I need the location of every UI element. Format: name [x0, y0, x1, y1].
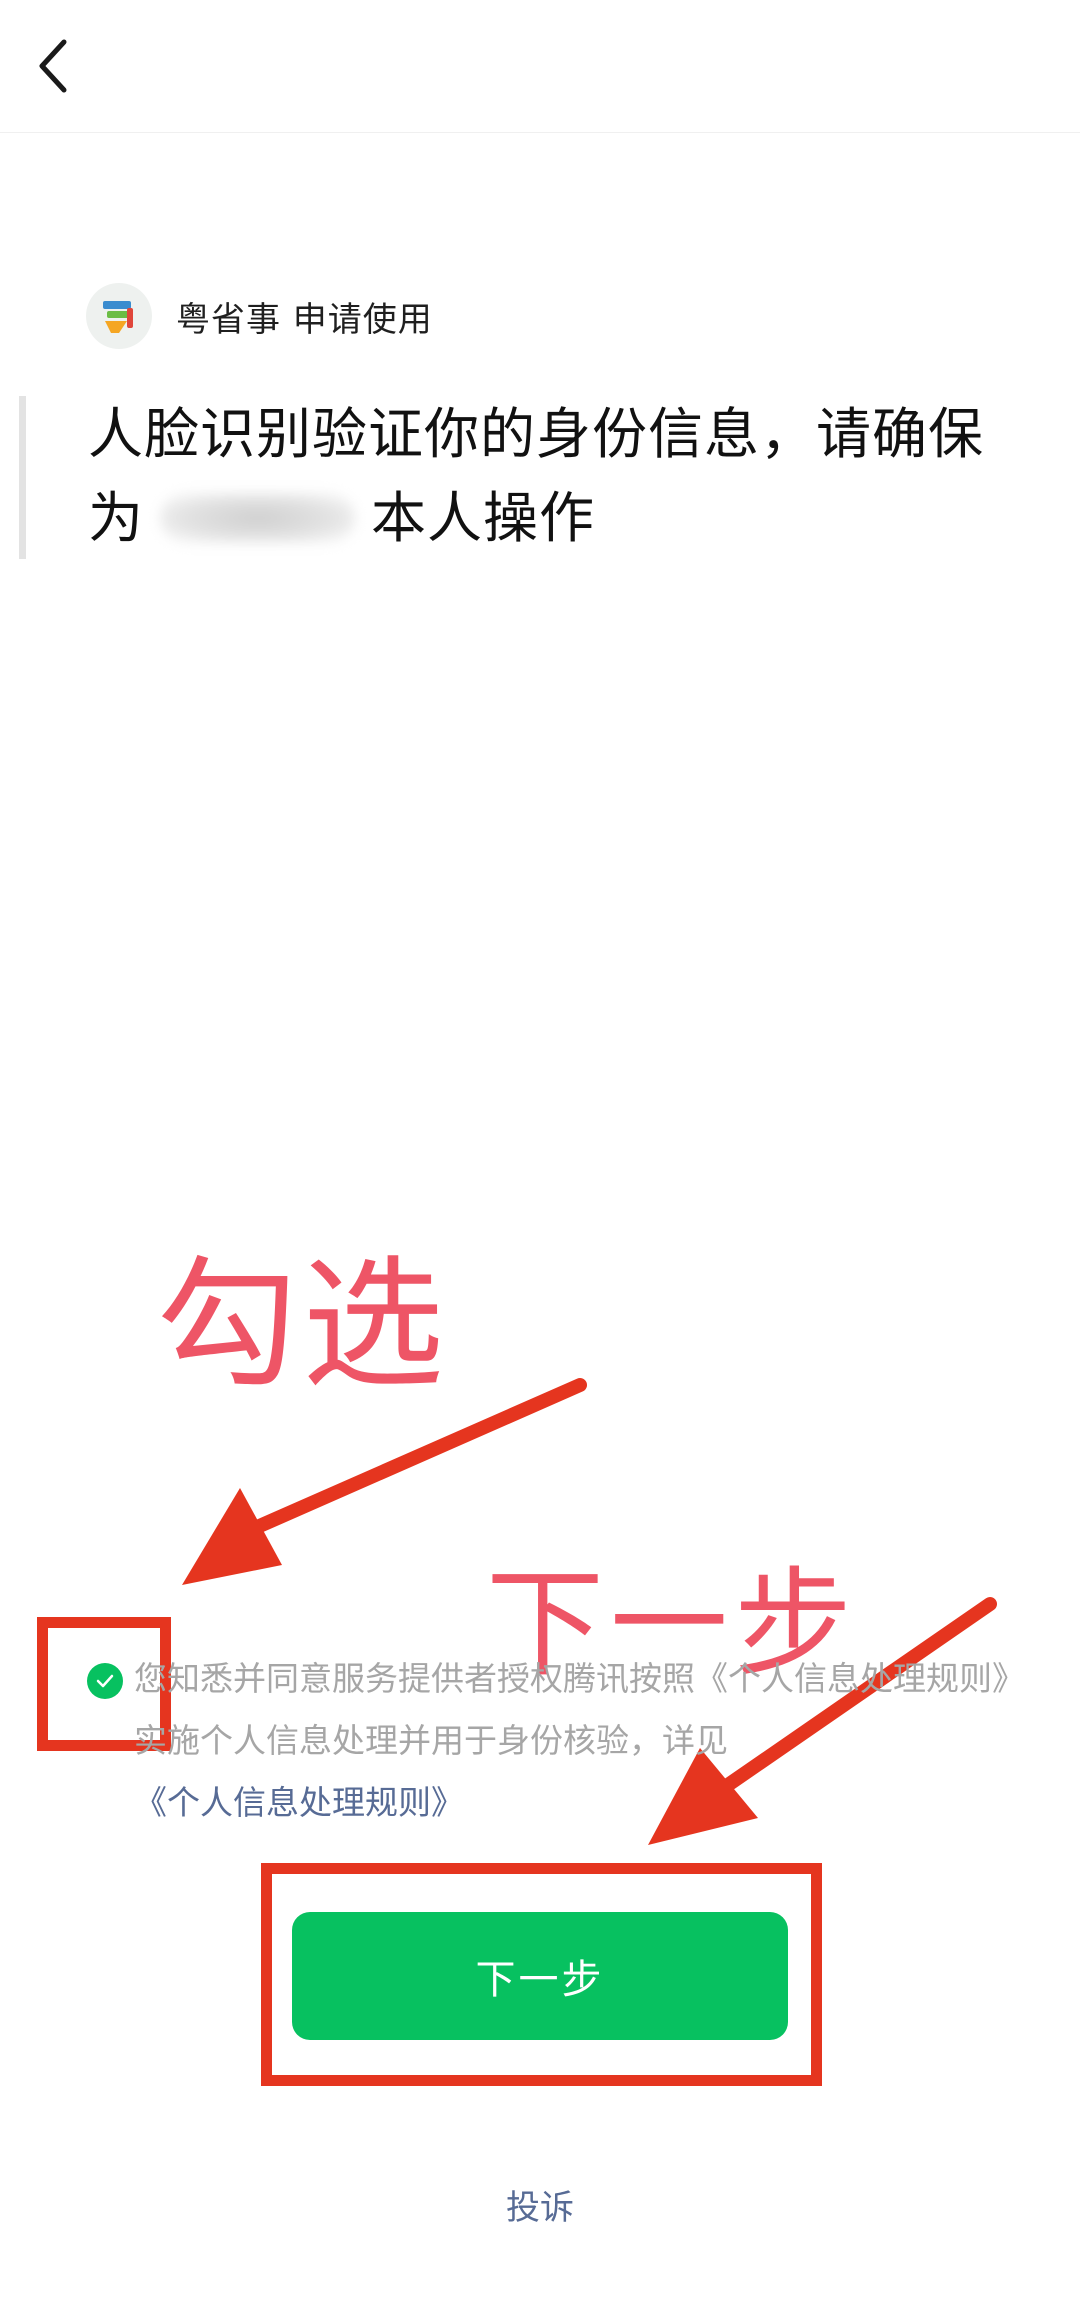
next-step-button[interactable]: 下一步: [292, 1912, 788, 2040]
chevron-left-icon: [39, 39, 67, 93]
complain-link[interactable]: 投诉: [0, 2180, 1080, 2229]
consent-statement: 您知悉并同意服务提供者授权腾讯按照《个人信息处理规则》实施个人信息处理并用于身份…: [134, 1659, 1009, 1760]
consent-checkbox[interactable]: [87, 1663, 123, 1699]
app-request-row: 粤省事 申请使用: [86, 282, 433, 350]
privacy-rules-link[interactable]: 《个人信息处理规则》: [134, 1783, 464, 1822]
quote-bar: [19, 396, 26, 559]
page-title: 人脸识别验证你的身份信息，请确保为 本人操作: [88, 392, 1008, 560]
title-text-end: 本人操作: [371, 486, 596, 550]
annotation-checkbox-hint: 勾选: [156, 1243, 448, 1408]
blurred-user-name: [160, 493, 356, 543]
app-request-text: 粤省事 申请使用: [176, 299, 433, 340]
yue-app-logo-icon: [86, 283, 152, 349]
back-button[interactable]: [22, 30, 86, 102]
checkmark-icon: [96, 1674, 114, 1688]
top-bar: [0, 0, 1080, 133]
consent-text: 您知悉并同意服务提供者授权腾讯按照《个人信息处理规则》实施个人信息处理并用于身份…: [134, 1648, 1014, 1834]
